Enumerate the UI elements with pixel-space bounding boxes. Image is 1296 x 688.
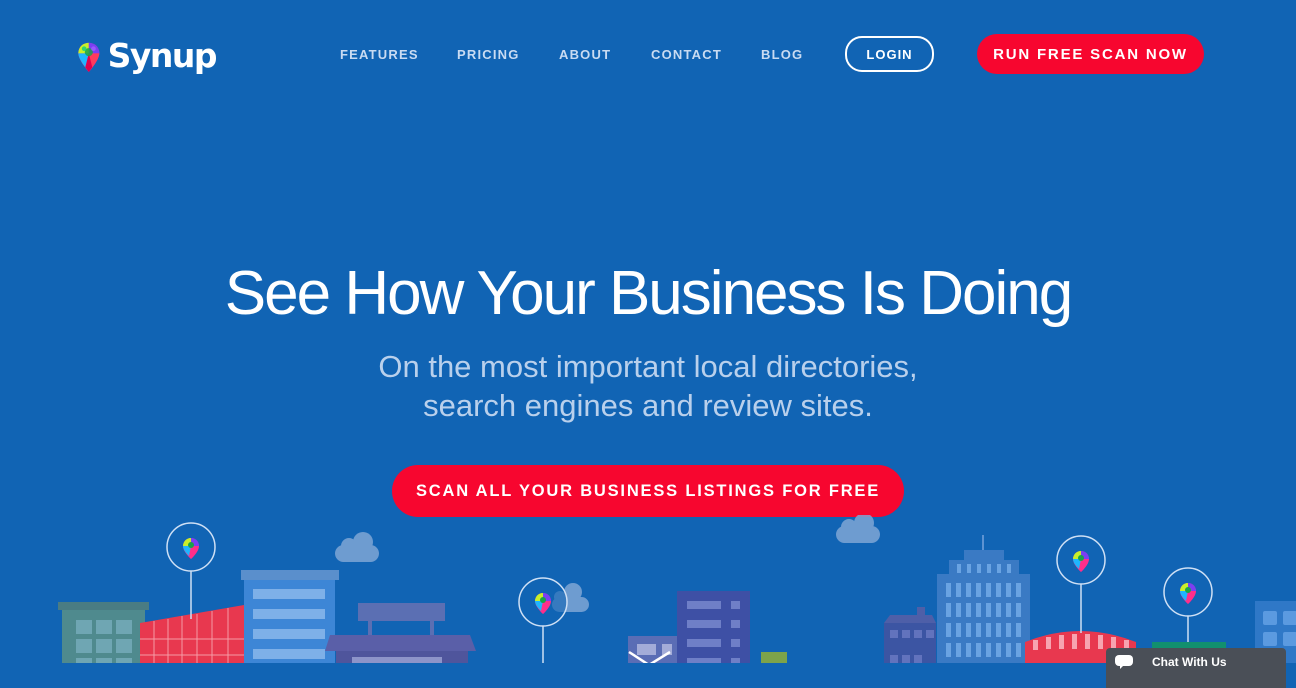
- location-pin-marker: [1056, 535, 1106, 633]
- hero-title: See How Your Business Is Doing: [224, 259, 1073, 328]
- cloud: [836, 515, 880, 543]
- chat-widget[interactable]: Chat With Us: [1106, 648, 1286, 688]
- building: [761, 652, 787, 663]
- building: [677, 591, 750, 663]
- nav-features[interactable]: FEATURES: [340, 47, 419, 62]
- run-free-scan-button[interactable]: RUN FREE SCAN NOW: [977, 34, 1204, 74]
- building: [628, 636, 680, 663]
- hero-subtitle: On the most important local directories,…: [0, 347, 1296, 425]
- building: [241, 570, 339, 663]
- login-button[interactable]: LOGIN: [845, 36, 934, 72]
- building: [937, 535, 1030, 663]
- nav-pricing[interactable]: PRICING: [457, 47, 520, 62]
- chat-label: Chat With Us: [1152, 655, 1227, 669]
- city-skyline-illustration: [58, 515, 1296, 663]
- location-pin-marker: [166, 522, 216, 619]
- nav-blog[interactable]: BLOG: [761, 47, 803, 62]
- hero-subtitle-line-1: On the most important local directories,: [378, 349, 918, 384]
- hero-subtitle-line-2: search engines and review sites.: [423, 388, 873, 423]
- location-pin-marker: [518, 577, 568, 663]
- building: [58, 602, 149, 663]
- nav-about[interactable]: ABOUT: [559, 47, 611, 62]
- building: [140, 605, 244, 663]
- chat-bubble-icon: [1106, 648, 1142, 670]
- scan-listings-cta-button[interactable]: SCAN ALL YOUR BUSINESS LISTINGS FOR FREE: [392, 465, 904, 517]
- nav-contact[interactable]: CONTACT: [651, 47, 722, 62]
- building: [325, 603, 476, 663]
- location-pin-marker: [1163, 567, 1213, 642]
- cloud: [335, 532, 379, 562]
- building: [884, 607, 936, 663]
